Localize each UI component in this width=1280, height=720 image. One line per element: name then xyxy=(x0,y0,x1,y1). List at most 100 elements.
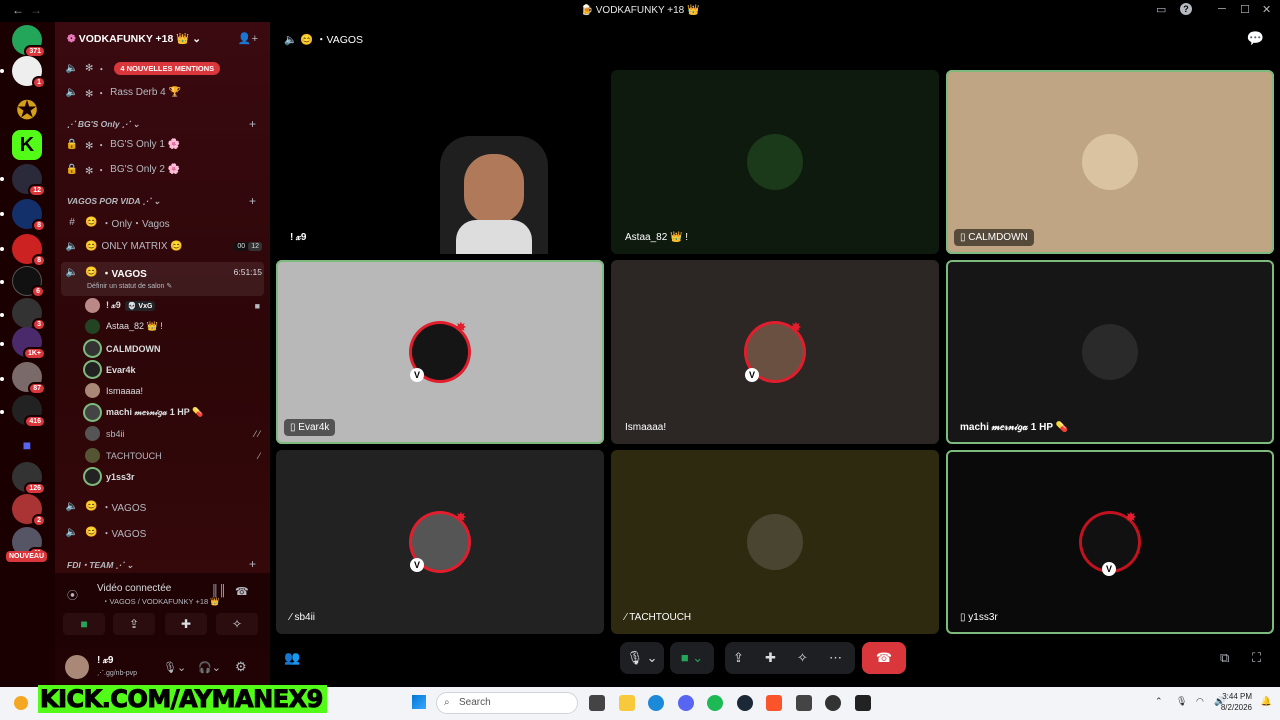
video-tile[interactable]: ✸ V ▯ y1ss3r xyxy=(946,450,1274,634)
voice-location[interactable]: ・VAGOS / VODKAFUNKY +18 👑 xyxy=(102,596,220,607)
spotify-icon[interactable] xyxy=(707,695,723,711)
task-view-icon[interactable] xyxy=(589,695,605,711)
server-icon[interactable]: 6 xyxy=(12,266,45,298)
channel-mentions-row[interactable]: 🔈 ✻ ・ 4 NOUVELLES MENTIONS xyxy=(65,58,262,78)
notification-icon[interactable]: 🔔 xyxy=(1261,696,1272,707)
voice-user-row[interactable]: y1ss3r xyxy=(85,467,260,486)
mentions-pill[interactable]: 4 NOUVELLES MENTIONS xyxy=(114,61,221,75)
maximize-icon[interactable]: ☐ xyxy=(1240,3,1250,16)
inbox-icon[interactable]: ▭ xyxy=(1156,3,1166,16)
folder-icon[interactable]: ■ xyxy=(12,430,42,460)
video-tile[interactable]: machi 𝓂𝑒𝓇𝓃𝒾𝑔𝒶 1 HP 💊 xyxy=(946,260,1274,444)
weather-icon[interactable] xyxy=(14,696,28,710)
voice-user-row[interactable]: Astaa_82 👑 ! xyxy=(85,317,260,336)
video-tile[interactable]: ! 𝓍9 xyxy=(276,70,604,254)
channel-rass-derb[interactable]: 🔈 ✻ ・ Rass Derb 4 🏆 xyxy=(65,82,262,102)
camera-button[interactable]: ■ ⌄ xyxy=(670,642,714,674)
channel-vagos-2[interactable]: 🔈 😊 ・VAGOS xyxy=(65,496,262,516)
steam-icon[interactable] xyxy=(737,695,753,711)
close-icon[interactable]: ✕ xyxy=(1262,3,1271,16)
video-tile[interactable]: ✸ V ▯ Evar4k xyxy=(276,260,604,444)
noise-suppression-icon[interactable]: ║║ xyxy=(211,585,227,597)
activities-icon[interactable]: ✚ xyxy=(765,642,776,674)
voice-user-row[interactable]: machi 𝓂𝑒𝓇𝓃𝒾𝑔𝒶 1 HP 💊 xyxy=(85,403,260,422)
disconnect-icon[interactable]: ☎ xyxy=(235,585,249,598)
user-name[interactable]: ! 𝓍9 xyxy=(97,655,113,666)
app-icon[interactable] xyxy=(855,695,871,711)
wifi-icon[interactable]: ◠ xyxy=(1196,696,1204,707)
taskbar-search[interactable]: ⌕ Search xyxy=(436,692,578,714)
server-icon[interactable]: 371 xyxy=(12,25,46,58)
video-tile[interactable]: Astaa_82 👑 ! xyxy=(611,70,939,254)
server-icon[interactable]: 2 xyxy=(12,494,46,527)
chat-icon[interactable]: 💬 xyxy=(1247,30,1264,47)
sheriff-star-icon[interactable]: ✪ xyxy=(12,95,42,125)
server-icon[interactable]: 8 xyxy=(12,199,46,232)
fullscreen-icon[interactable]: ⛶ xyxy=(1252,650,1261,666)
headphones-icon[interactable]: 🎧⌄ xyxy=(198,661,221,674)
guild-header[interactable]: ❁ VODKAFUNKY +18 👑 ⌄ xyxy=(67,32,201,45)
video-tile[interactable]: ✸ V Ismaaaa! xyxy=(611,260,939,444)
video-tile[interactable]: ▯ CALMDOWN xyxy=(946,70,1274,254)
share-screen-button[interactable]: ⇪ xyxy=(113,613,155,635)
add-channel-icon[interactable]: + xyxy=(249,557,256,571)
voice-user-row[interactable]: Evar4k xyxy=(85,360,260,379)
category-fdi-team[interactable]: FDI・TEAM ⋰ ⌄ xyxy=(67,559,134,571)
voice-user-row[interactable]: sb4ii ⁄ ⁄ xyxy=(85,424,260,443)
soundboard-button[interactable]: ✧ xyxy=(216,613,258,635)
mic-button[interactable]: 🎙 ⌄ xyxy=(620,642,664,674)
gear-icon[interactable]: ⚙ xyxy=(235,659,247,675)
taskbar-clock[interactable]: 3:44 PM 8/2/2026 xyxy=(1221,691,1252,713)
server-icon[interactable]: 1 xyxy=(12,56,46,89)
activities-button[interactable]: ✚ xyxy=(165,613,207,635)
minimize-icon[interactable]: ─ xyxy=(1218,3,1226,15)
edge-icon[interactable] xyxy=(648,695,664,711)
add-person-icon[interactable]: 👥 xyxy=(284,650,300,666)
tray-chevron-icon[interactable]: ⌃ xyxy=(1155,696,1163,707)
channel-only-matrix[interactable]: 🔈 😊 ONLY MATRIX 😊 00 12 xyxy=(65,236,262,256)
voice-user-row[interactable]: ! 𝓍9 💀 VxG ■ xyxy=(85,296,260,315)
server-icon[interactable]: 416 xyxy=(12,395,46,428)
microphone-icon[interactable]: 🎙⌄ xyxy=(163,661,186,674)
app-icon[interactable] xyxy=(796,695,812,711)
server-icon[interactable]: 87 xyxy=(12,362,46,395)
category-bgs[interactable]: ⋰ BG'S Only ⋰ ⌄ xyxy=(67,119,140,130)
help-icon[interactable]: ? xyxy=(1180,3,1192,15)
add-channel-icon[interactable]: + xyxy=(249,117,256,131)
windows-start-icon[interactable] xyxy=(412,695,426,709)
discord-icon[interactable] xyxy=(678,695,694,711)
server-icon[interactable]: 3 xyxy=(12,298,46,331)
voice-status[interactable]: Vidéo connectée xyxy=(97,583,171,594)
share-screen-icon[interactable]: ⇪ xyxy=(733,642,744,674)
leave-call-button[interactable]: ☎ xyxy=(862,642,906,674)
channel-bgs-only-1[interactable]: 🔒 ✻ ・ BG'S Only 1 🌸 xyxy=(65,134,262,154)
add-channel-icon[interactable]: + xyxy=(249,194,256,208)
video-tile[interactable]: ⁄ TACHTOUCH xyxy=(611,450,939,634)
signal-icon[interactable]: ⦿ xyxy=(67,587,78,603)
channel-status-hint[interactable]: Définir un statut de salon ✎ xyxy=(87,282,172,290)
soundboard-icon[interactable]: ✧ xyxy=(797,642,808,674)
voice-user-row[interactable]: TACHTOUCH ⁄ xyxy=(85,446,260,465)
avatar[interactable] xyxy=(65,655,89,679)
channel-vagos-3[interactable]: 🔈 😊 ・VAGOS xyxy=(65,522,262,542)
app-icon[interactable] xyxy=(825,695,841,711)
popout-icon[interactable]: ⧉ xyxy=(1220,650,1229,666)
server-icon[interactable]: 1K+ xyxy=(12,327,46,360)
server-icon[interactable]: 8 xyxy=(12,234,46,267)
video-tile[interactable]: ✸ V ⁄ sb4ii xyxy=(276,450,604,634)
channel-vagos-active[interactable]: 🔈 😊 ・VAGOS 6:51:15 xyxy=(65,262,262,282)
channel-only-vagos[interactable]: # 😊 ・Only・Vagos xyxy=(65,212,262,232)
voice-user-row[interactable]: CALMDOWN xyxy=(85,339,260,358)
channel-bgs-only-2[interactable]: 🔒 ✻ ・ BG'S Only 2 🌸 xyxy=(65,159,262,179)
more-options-icon[interactable]: ⋯ xyxy=(829,642,842,674)
brave-icon[interactable] xyxy=(766,695,782,711)
microphone-icon[interactable]: 🎙 xyxy=(1176,696,1187,707)
voice-user-row[interactable]: Ismaaaa! xyxy=(85,381,260,400)
server-icon[interactable]: 126 xyxy=(12,462,46,495)
server-icon[interactable]: 12 xyxy=(12,164,46,197)
invite-icon[interactable]: 👤+ xyxy=(238,32,258,45)
kick-server-icon[interactable]: K xyxy=(12,130,42,160)
camera-button[interactable]: ■ xyxy=(63,613,105,635)
file-explorer-icon[interactable] xyxy=(619,695,635,711)
category-vagos[interactable]: VAGOS POR VIDA ⋰ ⌄ xyxy=(67,196,161,207)
